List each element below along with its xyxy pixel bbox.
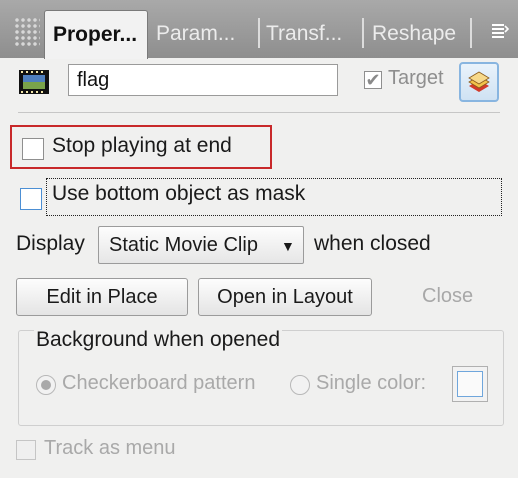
track-as-menu-checkbox[interactable] xyxy=(16,440,36,460)
mask-checkbox[interactable] xyxy=(20,188,42,210)
tab-parameters-label: Param... xyxy=(156,22,236,45)
tab-reshape[interactable]: Reshape xyxy=(366,10,466,58)
tab-transform[interactable]: Transf... xyxy=(262,10,360,58)
display-label: Display xyxy=(16,232,85,255)
color-swatch-button[interactable] xyxy=(452,366,488,402)
single-color-radio[interactable] xyxy=(290,375,310,395)
edit-in-place-button[interactable]: Edit in Place xyxy=(16,278,188,316)
film-strip-icon xyxy=(19,70,49,94)
check-icon: ✔ xyxy=(365,70,381,90)
mask-label: Use bottom object as mask xyxy=(52,182,306,205)
target-label: Target xyxy=(388,67,444,89)
stop-playing-label: Stop playing at end xyxy=(52,134,232,157)
open-in-layout-button[interactable]: Open in Layout xyxy=(198,278,372,316)
checkerboard-label: Checkerboard pattern xyxy=(62,372,256,394)
object-name-input[interactable] xyxy=(68,64,338,96)
radio-dot xyxy=(41,380,51,390)
color-swatch xyxy=(457,371,483,397)
display-mode-value: Static Movie Clip xyxy=(109,234,258,256)
tab-separator xyxy=(362,18,364,48)
close-button[interactable]: Close xyxy=(422,285,473,308)
when-closed-label: when closed xyxy=(314,232,431,255)
checkerboard-radio[interactable] xyxy=(36,375,56,395)
panel-tab-bar: Proper... Param... Transf... Reshape xyxy=(0,0,518,59)
tab-properties[interactable]: Proper... xyxy=(44,10,148,59)
layers-target-icon xyxy=(468,71,490,92)
target-layers-button[interactable] xyxy=(459,62,499,102)
section-divider xyxy=(18,112,500,113)
stop-playing-checkbox[interactable] xyxy=(22,138,44,160)
dropdown-arrow-icon: ▼ xyxy=(281,238,295,254)
tab-transform-label: Transf... xyxy=(266,22,343,45)
target-checkbox[interactable]: ✔ xyxy=(364,71,382,89)
panel-menu-icon[interactable] xyxy=(490,22,510,42)
track-as-menu-label: Track as menu xyxy=(44,437,176,459)
display-mode-select[interactable]: Static Movie Clip ▼ xyxy=(98,226,304,264)
background-group-title: Background when opened xyxy=(34,328,283,352)
tab-properties-label: Proper... xyxy=(53,23,138,46)
panel-grip-icon[interactable] xyxy=(14,17,40,47)
tab-parameters[interactable]: Param... xyxy=(152,10,256,58)
tab-reshape-label: Reshape xyxy=(372,22,457,45)
tab-separator xyxy=(470,18,472,48)
tab-separator xyxy=(258,18,260,48)
single-color-label: Single color: xyxy=(316,372,427,394)
